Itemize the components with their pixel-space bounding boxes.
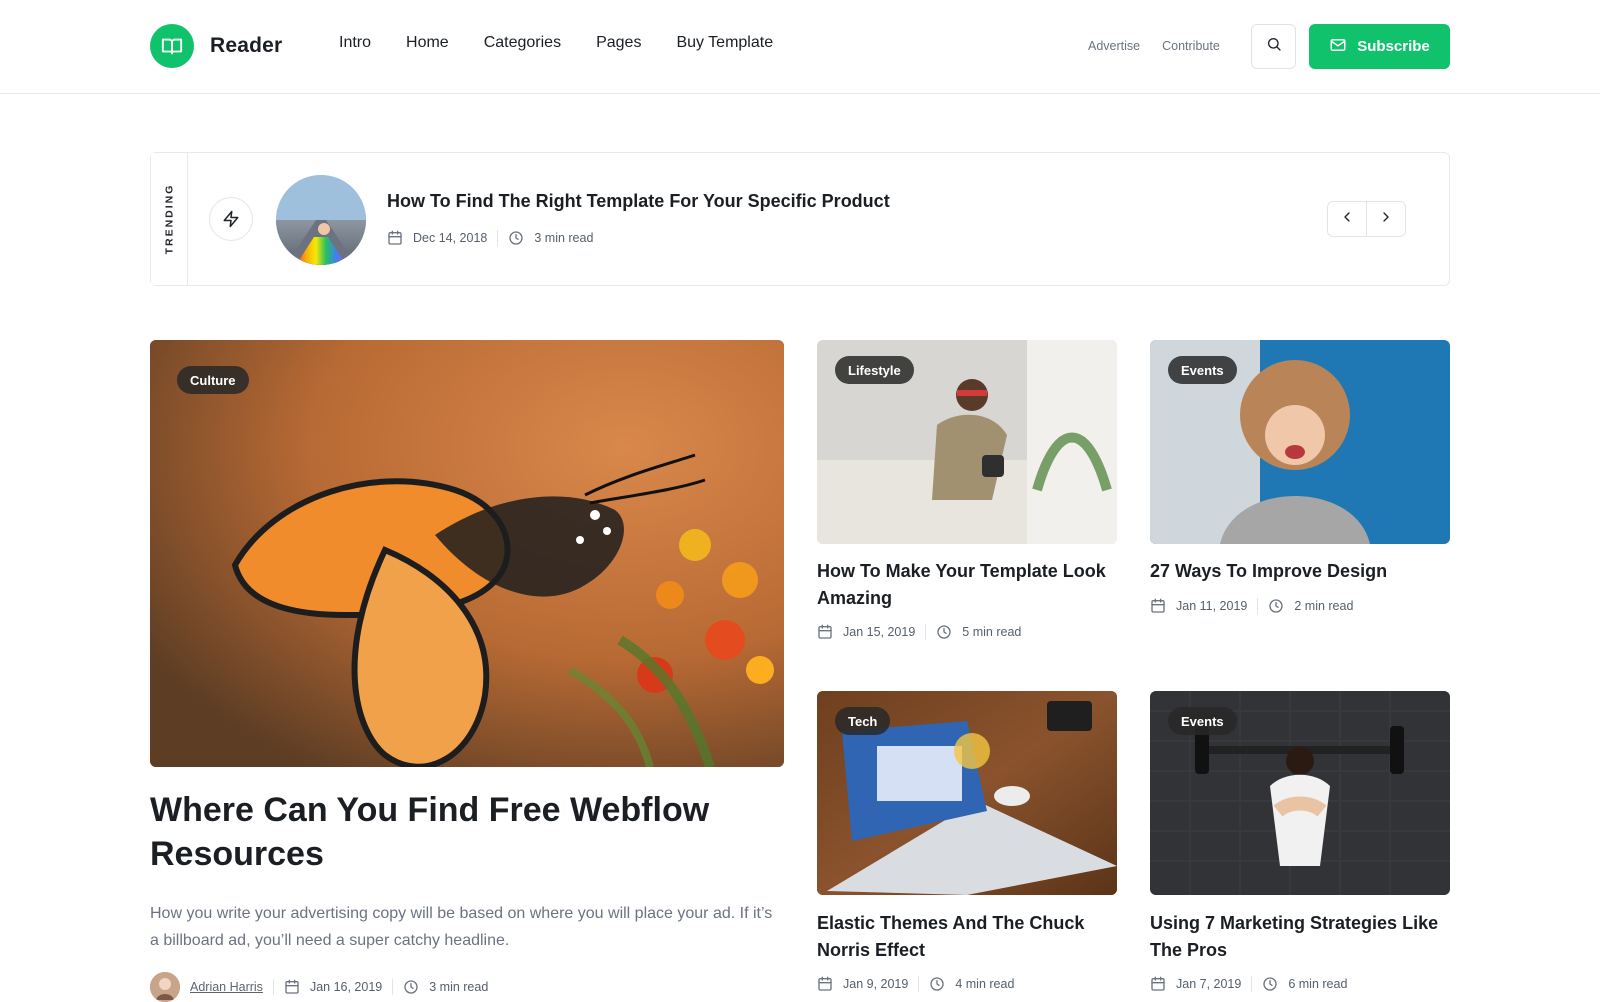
- card-image-1[interactable]: Lifestyle: [817, 340, 1117, 544]
- clock-icon: [1262, 976, 1278, 992]
- card-meta-1: Jan 15, 2019 5 min read: [817, 624, 1021, 640]
- feature-read-time: 3 min read: [429, 980, 489, 994]
- card-date-3: Jan 9, 2019: [843, 977, 909, 991]
- card-image-3[interactable]: Tech: [817, 691, 1117, 895]
- search-icon: [1266, 36, 1282, 57]
- card-title-4[interactable]: Using 7 Marketing Strategies Like The Pr…: [1150, 910, 1450, 964]
- trending-label: TRENDING: [163, 183, 175, 255]
- card-title-2[interactable]: 27 Ways To Improve Design: [1150, 558, 1450, 585]
- nav-home[interactable]: Home: [406, 34, 449, 52]
- card-tag-2[interactable]: Events: [1168, 356, 1237, 384]
- card-date-1: Jan 15, 2019: [843, 625, 916, 639]
- calendar-icon: [284, 979, 300, 995]
- link-advertise[interactable]: Advertise: [1088, 39, 1140, 53]
- nav-pages[interactable]: Pages: [596, 34, 641, 52]
- card-tag-1[interactable]: Lifestyle: [835, 356, 914, 384]
- calendar-icon: [817, 976, 833, 992]
- book-icon: [150, 24, 194, 68]
- trending-meta: Dec 14, 2018 3 min read: [387, 230, 593, 246]
- meta-separator: [497, 230, 499, 246]
- nav-buy-template[interactable]: Buy Template: [676, 34, 773, 52]
- card-meta-3: Jan 9, 2019 4 min read: [817, 976, 1014, 992]
- clock-icon: [929, 976, 945, 992]
- card-tag-4[interactable]: Events: [1168, 707, 1237, 735]
- clock-icon: [936, 624, 952, 640]
- trending-box: TRENDING How To Find The Right Template …: [150, 152, 1450, 286]
- subscribe-button[interactable]: Subscribe: [1309, 24, 1450, 69]
- next-button[interactable]: [1366, 201, 1406, 237]
- card-read-1: 5 min read: [962, 625, 1022, 639]
- feature-meta: Adrian Harris Jan 16, 2019 3 min read: [150, 972, 488, 1002]
- card-date-4: Jan 7, 2019: [1176, 977, 1242, 991]
- trending-thumbnail[interactable]: [276, 175, 366, 265]
- nav-categories[interactable]: Categories: [484, 34, 561, 52]
- trending-label-column: TRENDING: [151, 153, 188, 285]
- search-button[interactable]: [1251, 24, 1296, 69]
- meta-separator: [1251, 976, 1253, 992]
- subscribe-label: Subscribe: [1357, 38, 1430, 55]
- calendar-icon: [387, 230, 403, 246]
- meta-separator: [272, 979, 274, 995]
- clock-icon: [508, 230, 524, 246]
- meta-separator: [925, 624, 927, 640]
- card-image-4[interactable]: Events: [1150, 691, 1450, 895]
- trending-read-time: 3 min read: [534, 231, 594, 245]
- meta-separator: [918, 976, 920, 992]
- feature-tag[interactable]: Culture: [177, 366, 249, 394]
- card-title-1[interactable]: How To Make Your Template Look Amazing: [817, 558, 1117, 612]
- feature-image[interactable]: Culture: [150, 340, 784, 767]
- chevron-left-icon: [1339, 209, 1355, 230]
- link-contribute[interactable]: Contribute: [1162, 39, 1220, 53]
- card-tag-3[interactable]: Tech: [835, 707, 891, 735]
- card-read-3: 4 min read: [955, 977, 1015, 991]
- feature-excerpt: How you write your advertising copy will…: [150, 905, 773, 949]
- trending-date: Dec 14, 2018: [413, 231, 488, 245]
- author-name[interactable]: Adrian Harris: [190, 980, 263, 994]
- prev-button[interactable]: [1327, 201, 1367, 237]
- mail-icon: [1329, 36, 1347, 58]
- site-header: Reader Intro Home Categories Pages Buy T…: [0, 0, 1600, 94]
- card-read-2: 2 min read: [1294, 599, 1354, 613]
- meta-separator: [1257, 598, 1259, 614]
- trending-title[interactable]: How To Find The Right Template For Your …: [387, 191, 890, 212]
- chevron-right-icon: [1378, 209, 1394, 230]
- card-meta-4: Jan 7, 2019 6 min read: [1150, 976, 1347, 992]
- bolt-icon: [209, 197, 253, 241]
- secondary-links: Advertise Contribute: [1088, 39, 1220, 53]
- meta-separator: [392, 979, 394, 995]
- feature-date: Jan 16, 2019: [309, 980, 383, 994]
- card-read-4: 6 min read: [1288, 977, 1348, 991]
- feature-title[interactable]: Where Can You Find Free Webflow Resource…: [150, 788, 750, 876]
- card-meta-2: Jan 11, 2019 2 min read: [1150, 598, 1353, 614]
- calendar-icon: [1150, 976, 1166, 992]
- card-title-3[interactable]: Elastic Themes And The Chuck Norris Effe…: [817, 910, 1117, 964]
- calendar-icon: [1150, 598, 1166, 614]
- nav-intro[interactable]: Intro: [339, 34, 371, 52]
- trending-pagination: [1327, 201, 1406, 237]
- author-avatar[interactable]: [150, 972, 180, 1002]
- clock-icon: [1268, 598, 1284, 614]
- card-image-2[interactable]: Events: [1150, 340, 1450, 544]
- primary-nav: Intro Home Categories Pages Buy Template: [339, 34, 773, 52]
- brand-name: Reader: [210, 34, 283, 57]
- calendar-icon: [817, 624, 833, 640]
- clock-icon: [403, 979, 419, 995]
- card-date-2: Jan 11, 2019: [1176, 599, 1248, 613]
- brand-logo[interactable]: Reader: [150, 24, 282, 68]
